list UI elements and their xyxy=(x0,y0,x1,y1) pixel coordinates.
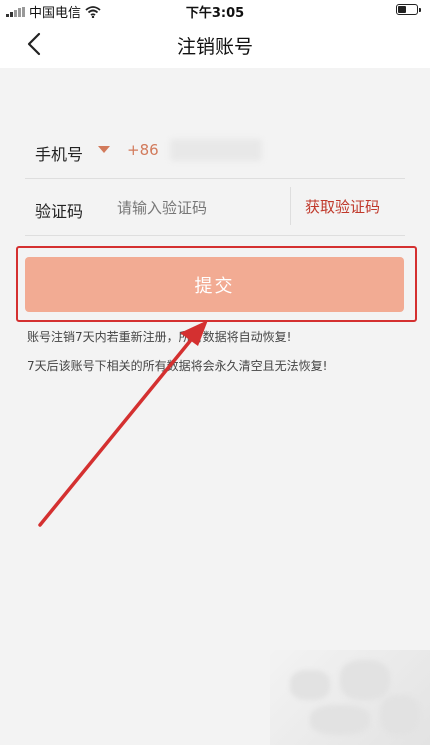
watermark xyxy=(270,650,430,745)
page-title: 注销账号 xyxy=(176,36,253,58)
cancel-account-form: 手机号 +86 验证码 获取验证码 xyxy=(0,121,430,236)
notice-text: 7天后该账号下相关的所有数据将会永久清空且无法恢复! xyxy=(27,359,328,373)
get-code-button[interactable]: 获取验证码 xyxy=(305,196,380,217)
caret-down-icon[interactable] xyxy=(98,146,110,153)
notice-text: 账号注销7天内若重新注册，所有数据将自动恢复! xyxy=(27,330,292,344)
status-time: 下午3:05 xyxy=(185,6,245,21)
status-bar: 中国电信 下午3:05 xyxy=(0,0,430,21)
submit-button[interactable]: 提交 xyxy=(25,257,404,312)
phone-label: 手机号 xyxy=(35,145,84,164)
country-code-select[interactable]: +86 xyxy=(127,141,159,159)
verification-code-input[interactable] xyxy=(115,190,279,226)
battery-icon xyxy=(396,4,421,15)
phone-number-field[interactable] xyxy=(170,139,262,161)
divider xyxy=(25,235,405,236)
code-row: 验证码 获取验证码 xyxy=(0,178,430,235)
phone-row: 手机号 +86 xyxy=(0,121,430,178)
nav-bar: 注销账号 xyxy=(0,20,430,68)
code-label: 验证码 xyxy=(35,202,84,221)
vertical-divider xyxy=(290,187,291,225)
